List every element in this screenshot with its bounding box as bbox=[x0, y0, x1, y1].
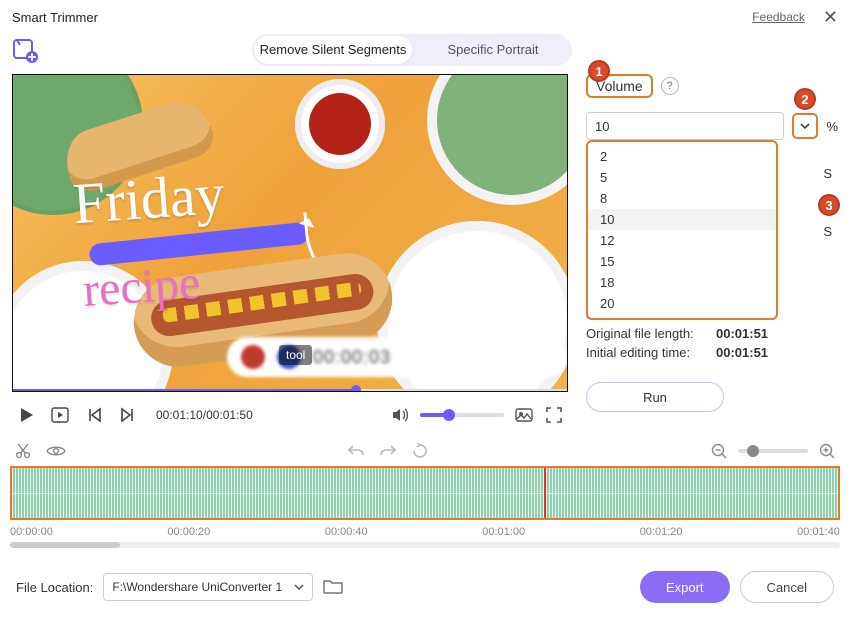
threshold-option[interactable]: 5 bbox=[588, 167, 776, 188]
file-location-label: File Location: bbox=[16, 580, 93, 595]
orig-length-value: 00:01:51 bbox=[716, 326, 768, 341]
open-folder-icon[interactable] bbox=[323, 577, 343, 597]
zoom-out-icon[interactable] bbox=[710, 442, 728, 460]
run-button[interactable]: Run bbox=[586, 382, 724, 412]
file-location-select[interactable]: F:\Wondershare UniConverter 1 bbox=[103, 573, 313, 601]
redo-icon[interactable] bbox=[379, 442, 397, 460]
tab-specific-portrait[interactable]: Specific Portrait bbox=[414, 36, 572, 64]
callout-2: 2 bbox=[794, 88, 816, 110]
threshold-option[interactable]: 12 bbox=[588, 230, 776, 251]
cut-icon[interactable] bbox=[14, 442, 32, 460]
seconds-suffix-b: S bbox=[823, 224, 832, 239]
play-icon[interactable] bbox=[16, 405, 36, 425]
callout-3: 3 bbox=[818, 194, 840, 216]
init-edit-value: 00:01:51 bbox=[716, 345, 768, 360]
seconds-suffix-a: S bbox=[823, 166, 832, 181]
feedback-link[interactable]: Feedback bbox=[752, 10, 805, 24]
playback-time: 00:01:10/00:01:50 bbox=[156, 408, 253, 422]
orig-length-label: Original file length: bbox=[586, 326, 706, 341]
video-preview[interactable]: Friday recipe 00:00:03 tool bbox=[12, 74, 568, 392]
waveform-track[interactable] bbox=[10, 466, 840, 520]
percent-unit: % bbox=[826, 119, 838, 134]
threshold-option[interactable]: 10 bbox=[588, 209, 776, 230]
volume-threshold-caret[interactable] bbox=[792, 113, 818, 139]
threshold-option[interactable]: 8 bbox=[588, 188, 776, 209]
preview-seek-handle[interactable] bbox=[351, 385, 361, 392]
volume-icon[interactable] bbox=[390, 405, 410, 425]
callout-1: 1 bbox=[588, 60, 610, 82]
tab-remove-silent[interactable]: Remove Silent Segments bbox=[254, 36, 412, 64]
undo-icon[interactable] bbox=[347, 442, 365, 460]
chevron-down-icon bbox=[294, 582, 304, 592]
init-edit-label: Initial editing time: bbox=[586, 345, 706, 360]
timeline-scrollbar[interactable] bbox=[10, 542, 840, 548]
snapshot-icon[interactable] bbox=[514, 405, 534, 425]
cancel-button[interactable]: Cancel bbox=[740, 571, 834, 603]
help-icon[interactable]: ? bbox=[661, 77, 679, 95]
volume-threshold-dropdown[interactable]: 2 5 8 10 12 15 18 20 bbox=[586, 140, 778, 320]
overlay-word-1: Friday bbox=[71, 166, 226, 232]
export-button[interactable]: Export bbox=[640, 571, 730, 603]
mode-switch: Remove Silent Segments Specific Portrait bbox=[252, 34, 572, 66]
threshold-option[interactable]: 2 bbox=[588, 146, 776, 167]
threshold-option[interactable]: 18 bbox=[588, 272, 776, 293]
tool-tag: tool bbox=[279, 345, 312, 365]
close-icon[interactable]: ✕ bbox=[823, 8, 838, 26]
prev-frame-icon[interactable] bbox=[84, 405, 104, 425]
embedded-player-bar: 00:00:03 bbox=[227, 337, 567, 377]
threshold-option[interactable]: 20 bbox=[588, 293, 776, 314]
next-frame-icon[interactable] bbox=[118, 405, 138, 425]
window-title: Smart Trimmer bbox=[12, 10, 98, 25]
overlay-word-2: recipe bbox=[81, 255, 202, 318]
volume-slider[interactable] bbox=[420, 413, 504, 417]
reset-icon[interactable] bbox=[411, 442, 429, 460]
play-frame-icon[interactable] bbox=[50, 405, 70, 425]
volume-threshold-input[interactable]: 10 bbox=[586, 112, 784, 140]
zoom-slider[interactable] bbox=[738, 449, 808, 453]
eye-icon[interactable] bbox=[46, 442, 66, 460]
zoom-in-icon[interactable] bbox=[818, 442, 836, 460]
add-media-icon[interactable] bbox=[12, 37, 38, 63]
fullscreen-icon[interactable] bbox=[544, 405, 564, 425]
timeline-ruler: 00:00:00 00:00:20 00:00:40 00:01:00 00:0… bbox=[10, 526, 840, 538]
threshold-option[interactable]: 15 bbox=[588, 251, 776, 272]
